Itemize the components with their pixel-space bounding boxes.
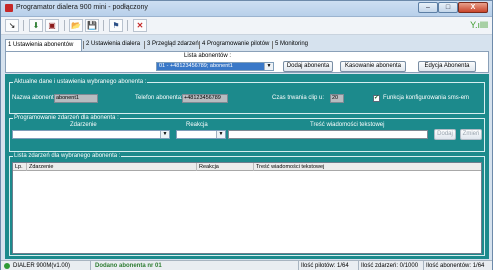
event-select[interactable]: ▼ <box>12 130 170 139</box>
delete-subscriber-button[interactable]: Kasowanie abonenta <box>340 61 406 72</box>
tab-programowanie-pilotow[interactable]: 4 Programowanie pilotów <box>200 39 271 51</box>
column-header-reaction[interactable]: Reakcja <box>197 163 254 171</box>
column-header-event[interactable]: Zdarzenie <box>27 163 197 171</box>
device-status: DIALER 900M(v1.00) <box>1 261 91 270</box>
event-programming-group: Programowanie zdarzeń dla abonenta : Zda… <box>9 115 485 152</box>
connection-led-icon <box>4 263 10 269</box>
tab-ustawienia-abonentow[interactable]: 1 Ustawienia abonentów <box>5 39 82 51</box>
status-bar: DIALER 900M(v1.00) Dodano abonenta nr 01… <box>1 260 492 270</box>
sms-config-label: Funkcja konfigurowania sms-em <box>383 95 470 101</box>
change-event-button[interactable]: Zmień <box>460 129 482 140</box>
tab-przeglad-zdarzen[interactable]: 3 Przegląd zdarzeń <box>145 39 201 51</box>
clip-duration-field: 20 <box>330 94 344 103</box>
event-table[interactable]: Lp. Zdarzenie Reakcja Treść wiadomości t… <box>12 162 482 254</box>
chevron-down-icon[interactable]: ▼ <box>216 131 225 138</box>
events-count: Ilość zdarzeń: 0/1000 <box>359 261 424 270</box>
toolbar-separator <box>103 20 104 31</box>
title-bar: Programator dialera 900 mini - podłączon… <box>1 1 492 17</box>
clip-duration-label: Czas trwania clip u: <box>272 95 325 101</box>
event-list-group: Lista zdarzeń dla wybranego abonenta : L… <box>9 153 485 256</box>
app-icon <box>5 4 13 12</box>
event-select-value <box>13 131 160 138</box>
maximize-button[interactable]: □ <box>438 2 458 13</box>
event-programming-title: Programowanie zdarzeń dla abonenta : <box>13 115 120 122</box>
event-table-header: Lp. Zdarzenie Reakcja Treść wiadomości t… <box>13 163 481 171</box>
event-list-title: Lista zdarzeń dla wybranego abonenta : <box>13 153 122 160</box>
sim-icon[interactable]: ▣ <box>45 19 59 32</box>
subscribers-count: Ilość abonentów: 1/64 <box>426 263 485 269</box>
pilots-count: Ilość pilotów: 1/64 <box>299 261 359 270</box>
current-settings-group: Aktualne dane i ustawienia wybranego abo… <box>9 79 485 114</box>
device-name: DIALER 900M(v1.00) <box>13 263 71 269</box>
save-icon[interactable]: 💾 <box>85 19 99 32</box>
tab-ustawienia-dialera[interactable]: 2 Ustawienia dialera <box>84 39 142 51</box>
current-settings-title: Aktualne dane i ustawienia wybranego abo… <box>13 79 148 86</box>
minimize-button[interactable]: – <box>418 2 438 13</box>
subscriber-select[interactable]: 01 - +48123456789; abonent1 ▼ <box>156 62 274 71</box>
signal-strength-icon: Y.ıllll <box>470 20 488 30</box>
reaction-label: Reakcja <box>186 122 208 128</box>
reaction-select[interactable]: ▼ <box>176 130 226 139</box>
down-arrow-icon[interactable]: ⬇ <box>29 19 43 32</box>
tab-monitoring[interactable]: 5 Monitoring <box>273 39 310 51</box>
column-header-message[interactable]: Treść wiadomości tekstowej <box>254 163 483 171</box>
close-button[interactable]: X <box>458 2 488 13</box>
edit-subscriber-button[interactable]: Edycja Abonenta <box>418 61 476 72</box>
chevron-down-icon[interactable]: ▼ <box>264 63 273 70</box>
toolbar-separator <box>23 20 24 31</box>
close-x-icon[interactable]: ✕ <box>133 19 147 32</box>
folder-open-icon[interactable]: 📂 <box>69 19 83 32</box>
toolbar-separator <box>64 20 65 31</box>
status-message: Dodano abonenta nr 01 <box>91 261 299 270</box>
name-field: abonent1 <box>54 94 98 103</box>
subscriber-selected-value: 01 - +48123456789; abonent1 <box>157 63 264 70</box>
message-text-label: Treść wiadomości tekstowej <box>310 122 385 128</box>
main-panel: Aktualne dane i ustawienia wybranego abo… <box>5 74 489 259</box>
chevron-down-icon[interactable]: ▼ <box>160 131 169 138</box>
pointer-icon[interactable]: ↘ <box>5 19 19 32</box>
app-window: Programator dialera 900 mini - podłączon… <box>0 0 493 270</box>
toolbar-separator <box>127 20 128 31</box>
add-subscriber-button[interactable]: Dodaj abonenta <box>283 61 333 72</box>
name-label: Nazwa abonenta: <box>12 95 59 101</box>
add-event-button[interactable]: Dodaj <box>434 129 456 140</box>
phone-label: Telefon abonenta: <box>135 95 183 101</box>
sms-config-checkbox[interactable]: ✓ <box>373 95 380 102</box>
event-label: Zdarzenie <box>70 122 97 128</box>
window-title: Programator dialera 900 mini - podłączon… <box>16 4 148 11</box>
toolbar: ↘ ⬇ ▣ 📂 💾 ⚑ ✕ Y.ıllll <box>1 17 492 35</box>
column-header-lp[interactable]: Lp. <box>13 163 27 171</box>
phone-field: +48123456789 <box>182 94 228 103</box>
message-text-input[interactable] <box>228 130 428 139</box>
reaction-select-value <box>177 131 216 138</box>
subscriber-list-label: Lista abonentów : <box>184 53 232 59</box>
flag-icon[interactable]: ⚑ <box>109 19 123 32</box>
